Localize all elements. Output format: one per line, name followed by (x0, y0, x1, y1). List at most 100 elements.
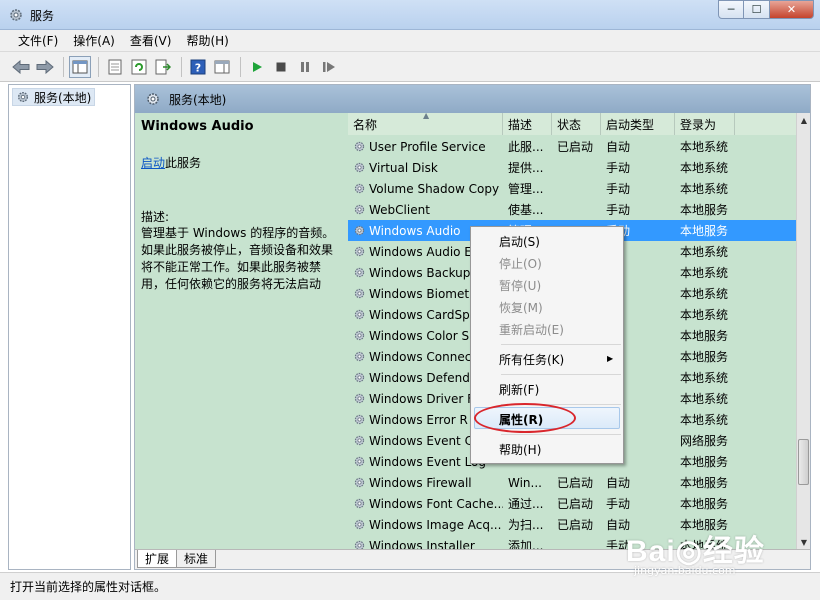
menu-help[interactable]: 帮助(H) (180, 32, 234, 49)
window-controls: ─ ☐ ✕ (718, 0, 814, 20)
toolbar-separator (98, 56, 99, 77)
menu-item-start[interactable]: 启动(S) (499, 231, 540, 251)
cell-name: Windows Font Cache... (348, 497, 503, 511)
cell-text: 手动 (606, 182, 631, 196)
cell-text: 本地服务 (680, 329, 729, 343)
scroll-up-icon[interactable]: ▲ (797, 113, 810, 127)
cell-text: 本地系统 (680, 140, 729, 154)
forward-icon[interactable] (34, 56, 56, 78)
cell-text: Windows Audio E (369, 244, 472, 259)
start-service-icon[interactable] (246, 56, 268, 78)
scrollbar-thumb[interactable] (798, 439, 809, 485)
maximize-button[interactable]: ☐ (744, 0, 770, 19)
service-gear-icon (354, 225, 365, 236)
cell-log-on-as: 本地系统 (675, 138, 735, 155)
cell-log-on-as: 本地服务 (675, 327, 735, 344)
cell-text: Windows Driver F (369, 391, 475, 406)
service-gear-icon (354, 162, 365, 173)
minimize-button[interactable]: ─ (718, 0, 744, 19)
service-gear-icon (354, 246, 365, 257)
menu-item-pause[interactable]: 暂停(U) (499, 275, 541, 295)
cell-text: Windows Backup (369, 265, 471, 280)
column-startup-type[interactable]: 启动类型 (601, 113, 675, 135)
cell-text: 自动 (606, 140, 631, 154)
cell-text: 此服... (508, 140, 544, 154)
table-row[interactable]: Windows Firewall Win... 已启动 自动 本地服务 (348, 472, 796, 493)
cell-text: Windows Connec (369, 349, 472, 364)
watermark-url: jingyan.baidu.com (634, 564, 736, 577)
cell-log-on-as: 本地服务 (675, 495, 735, 512)
column-name[interactable]: ▲ 名称 (348, 113, 503, 135)
console-tree-icon[interactable] (69, 55, 91, 78)
cell-text: 已启动 (557, 497, 594, 511)
services-gear-icon (147, 93, 159, 105)
cell-description: 管理... (503, 180, 552, 197)
service-gear-icon (354, 456, 365, 467)
cell-text: 手动 (606, 497, 631, 511)
menu-view[interactable]: 查看(V) (124, 32, 178, 49)
service-gear-icon (354, 498, 365, 509)
cell-text: 提供... (508, 161, 544, 175)
menu-item-refresh[interactable]: 刷新(F) (499, 379, 539, 399)
tab-extended[interactable]: 扩展 (137, 550, 178, 568)
cell-log-on-as: 本地系统 (675, 369, 735, 386)
cell-text: 已启动 (557, 140, 594, 154)
show-hide-action-pane-icon[interactable] (211, 56, 233, 78)
cell-text: 本地服务 (680, 224, 729, 238)
cell-description: 为扫... (503, 516, 552, 533)
help-icon[interactable]: ? (187, 56, 209, 78)
cell-startup-type: 手动 (601, 180, 675, 197)
tree-item-services-local[interactable]: 服务(本地) (12, 88, 96, 106)
window-title: 服务 (30, 9, 55, 23)
cell-text: Windows Audio (369, 223, 461, 238)
restart-service-icon[interactable] (318, 56, 340, 78)
scroll-down-icon[interactable]: ▼ (797, 535, 810, 549)
table-row[interactable]: WebClient 使基... 手动 本地服务 (348, 199, 796, 220)
cell-startup-type: 手动 (601, 159, 675, 176)
menu-item-stop[interactable]: 停止(O) (499, 253, 542, 273)
description-label: 描述: (141, 210, 170, 224)
menu-file[interactable]: 文件(F) (12, 32, 64, 49)
service-description-pane: Windows Audio 启动此服务 描述: 管理基于 Windows 的程序… (141, 119, 341, 293)
menu-action[interactable]: 操作(A) (67, 32, 121, 49)
column-status[interactable]: 状态 (552, 113, 601, 135)
export-list-icon[interactable] (152, 56, 174, 78)
cell-text: 网络服务 (680, 434, 729, 448)
vertical-scrollbar[interactable]: ▲ ▼ (796, 113, 810, 549)
cell-status: 已启动 (552, 516, 601, 533)
start-service-link[interactable]: 启动 (141, 156, 165, 170)
back-icon[interactable] (10, 56, 32, 78)
column-description[interactable]: 描述 (503, 113, 552, 135)
menu-item-all-tasks[interactable]: 所有任务(K) (499, 349, 564, 369)
cell-text: Windows Color S (369, 328, 470, 343)
cell-status: 已启动 (552, 495, 601, 512)
svg-text:?: ? (195, 61, 201, 74)
cell-text: Windows Error R (369, 412, 468, 427)
column-log-on-as[interactable]: 登录为 (675, 113, 735, 135)
menu-bar: 文件(F) 操作(A) 查看(V) 帮助(H) (0, 30, 820, 52)
menu-item-restart[interactable]: 重新启动(E) (499, 319, 564, 339)
cell-text: 为扫... (508, 518, 544, 532)
menu-item-help[interactable]: 帮助(H) (499, 439, 541, 459)
panel-header: 服务(本地) (135, 85, 810, 113)
refresh-icon[interactable] (128, 56, 150, 78)
cell-name: Windows Firewall (348, 476, 503, 490)
properties-icon[interactable] (104, 56, 126, 78)
table-row[interactable]: Volume Shadow Copy 管理... 手动 本地系统 (348, 178, 796, 199)
close-button[interactable]: ✕ (770, 0, 814, 19)
toolbar-separator (181, 56, 182, 77)
table-row[interactable]: Virtual Disk 提供... 手动 本地系统 (348, 157, 796, 178)
tab-standard[interactable]: 标准 (176, 550, 217, 568)
cell-text: User Profile Service (369, 139, 486, 154)
cell-log-on-as: 本地系统 (675, 159, 735, 176)
table-row[interactable]: Windows Font Cache... 通过... 已启动 手动 本地服务 (348, 493, 796, 514)
menu-separator (501, 374, 621, 375)
menu-item-resume[interactable]: 恢复(M) (499, 297, 543, 317)
pause-service-icon[interactable] (294, 56, 316, 78)
service-gear-icon (354, 372, 365, 383)
table-row[interactable]: User Profile Service 此服... 已启动 自动 本地系统 (348, 136, 796, 157)
service-gear-icon (354, 540, 365, 549)
cell-text: 添加... (508, 539, 544, 549)
selected-service-title: Windows Audio (141, 119, 254, 134)
stop-service-icon[interactable] (270, 56, 292, 78)
